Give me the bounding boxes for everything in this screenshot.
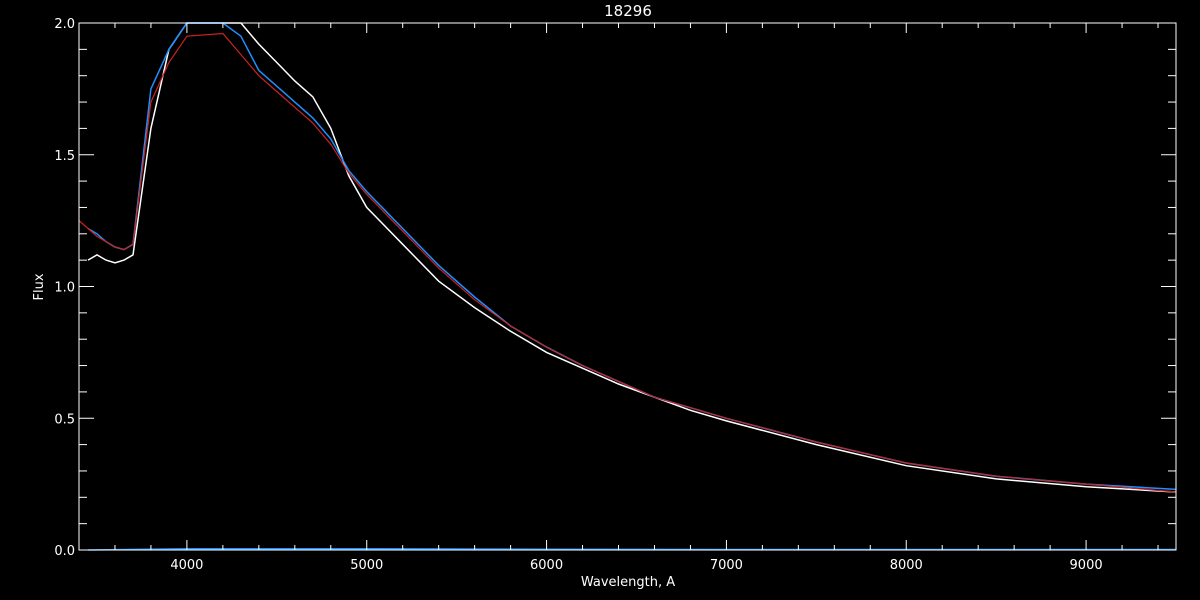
x-tick-label: 7000: [710, 558, 743, 573]
y-tick-label: 0.5: [54, 412, 75, 427]
x-tick-label: 9000: [1070, 558, 1103, 573]
y-tick-label: 1.5: [54, 149, 75, 164]
x-axis-label: Wavelength, A: [581, 575, 675, 590]
y-tick-label: 0.0: [54, 544, 75, 559]
x-tick-label: 6000: [530, 558, 563, 573]
y-axis-label: Flux: [32, 273, 47, 300]
y-tick-label: 2.0: [54, 17, 75, 32]
chart-title: 18296: [604, 2, 652, 20]
x-tick-label: 8000: [890, 558, 923, 573]
spectrum-chart: 18296 4000 5000 6000 7000 8000 9000 0.0 0.5 1.0…: [0, 0, 1200, 600]
chart-background: [0, 0, 1200, 600]
y-tick-label: 1.0: [54, 281, 75, 296]
x-tick-label: 5000: [350, 558, 383, 573]
x-tick-label: 4000: [170, 558, 203, 573]
